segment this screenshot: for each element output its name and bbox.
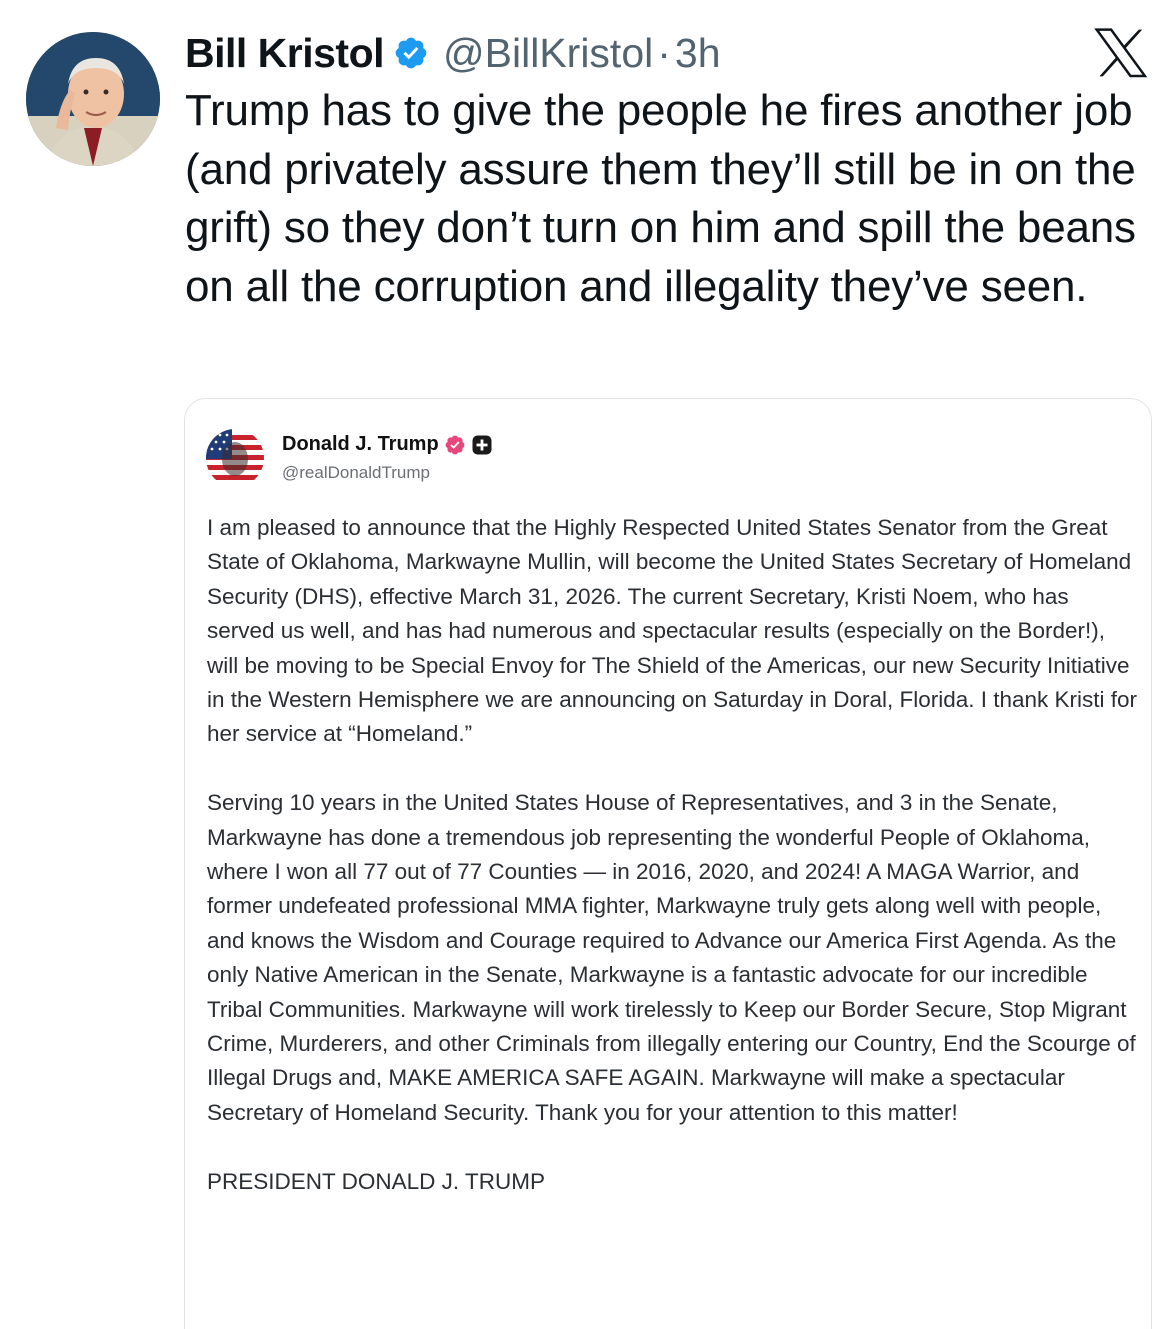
quoted-signature: PRESIDENT DONALD J. TRUMP — [207, 1168, 545, 1194]
author-display-name[interactable]: Bill Kristol — [185, 30, 385, 77]
quoted-post-card[interactable]: Donald J. Trump @realDonaldTrump I am pl… — [184, 398, 1152, 1329]
quoted-post-body: I am pleased to announce that the Highly… — [207, 511, 1142, 1199]
author-handle[interactable]: @BillKristol — [443, 30, 653, 77]
tweet-header: Bill Kristol @BillKristol · 3h — [185, 28, 721, 78]
quoted-paragraph: Serving 10 years in the United States Ho… — [207, 790, 1136, 1125]
quoted-author-name[interactable]: Donald J. Trump — [282, 433, 439, 456]
tweet-text: Trump has to give the people he fires an… — [185, 86, 1136, 311]
quoted-author-avatar[interactable] — [206, 429, 264, 487]
tweet-timestamp[interactable]: 3h — [675, 30, 721, 77]
quoted-author-row: Donald J. Trump — [282, 433, 492, 456]
x-logo-icon — [1094, 28, 1148, 78]
quoted-verified-badge-icon — [445, 435, 465, 454]
author-avatar[interactable] — [26, 32, 160, 166]
verified-badge-icon — [395, 37, 427, 69]
quoted-paragraph: I am pleased to announce that the Highly… — [207, 515, 1138, 747]
separator-dot: · — [657, 29, 671, 76]
plus-badge-icon — [472, 435, 492, 454]
quoted-author-handle[interactable]: @realDonaldTrump — [282, 463, 430, 483]
